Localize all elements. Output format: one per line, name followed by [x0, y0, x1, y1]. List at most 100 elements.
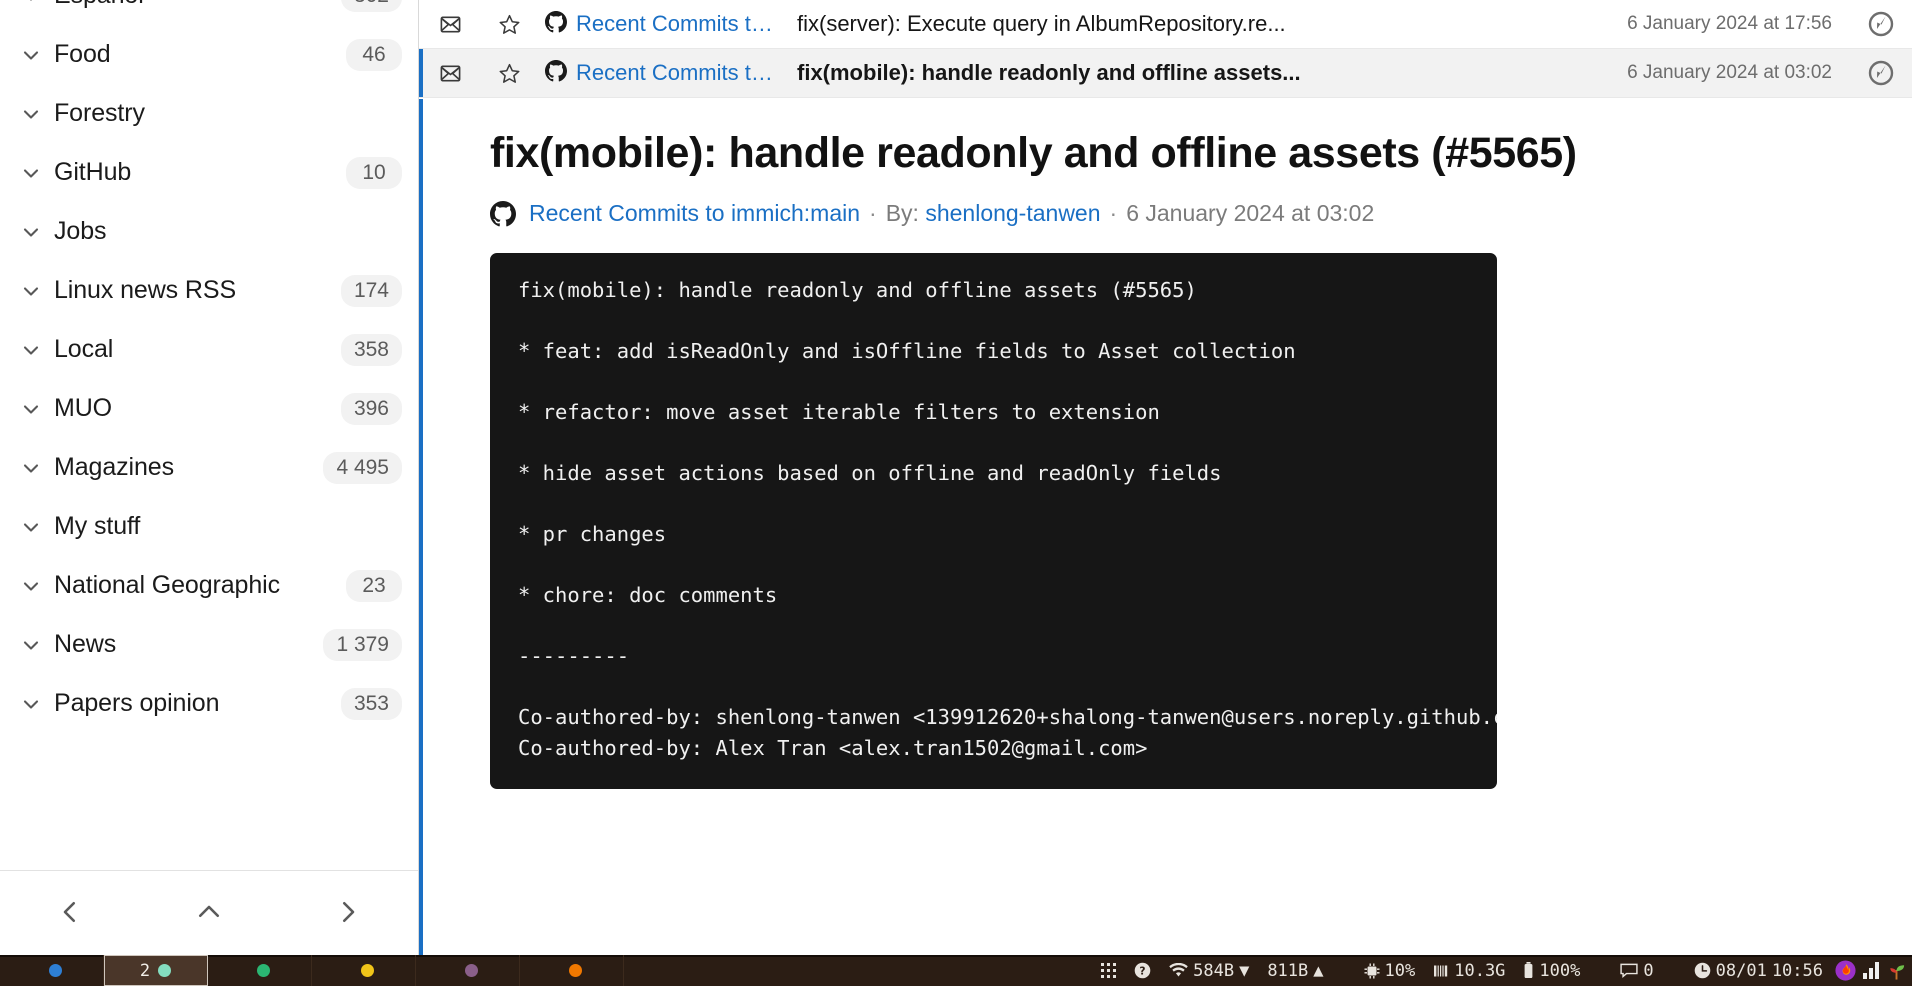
code-line: --------- [518, 644, 630, 669]
battery-icon [1523, 962, 1534, 979]
meta-separator-2: · [1109, 200, 1118, 227]
article-accent-bar [419, 99, 423, 955]
code-line: Co-authored-by: Alex Tran <alex.tran1502… [518, 735, 1148, 760]
chevron-down-icon[interactable] [18, 160, 44, 186]
chevron-down-icon[interactable] [18, 278, 44, 304]
sidebar-item-label: Food [54, 40, 111, 68]
clock[interactable]: 08/01 10:56 [1685, 961, 1832, 981]
unread-envelope-icon[interactable] [419, 62, 481, 85]
sidebar-item-my-stuff[interactable]: My stuff [0, 497, 418, 556]
battery-value: 100% [1539, 960, 1581, 981]
sidebar-item-count: 174 [340, 274, 402, 307]
grid-icon [1101, 963, 1117, 978]
article-author-link[interactable]: shenlong-tanwen [925, 200, 1100, 227]
help-button[interactable]: ? [1125, 962, 1160, 979]
app-grid-button[interactable] [1092, 963, 1125, 978]
up-button[interactable] [177, 886, 241, 940]
unread-envelope-icon[interactable] [419, 13, 481, 36]
chevron-down-icon[interactable] [18, 101, 44, 127]
previous-button[interactable] [38, 886, 102, 940]
workspace-button[interactable]: 2 [104, 955, 208, 986]
github-icon [545, 10, 567, 38]
sidebar-item-espa-ol[interactable]: Español 302 [0, 0, 418, 25]
battery-indicator[interactable]: 100% [1514, 961, 1589, 981]
sidebar-item-label: Español [54, 0, 329, 10]
workspace-dot-icon [257, 964, 270, 977]
open-external-icon[interactable] [1850, 11, 1912, 37]
message-subject[interactable]: fix(server): Execute query in AlbumRepos… [779, 11, 1614, 37]
workspace-dot-icon [158, 964, 172, 977]
sidebar-item-count: 4 495 [323, 451, 402, 484]
notifications-indicator[interactable]: 0 [1611, 961, 1662, 981]
chevron-down-icon[interactable] [18, 573, 44, 599]
sidebar-item-label: Jobs [54, 217, 107, 245]
chevron-down-icon[interactable] [18, 42, 44, 68]
sidebar-item-count: 396 [340, 392, 402, 425]
chevron-down-icon[interactable] [18, 514, 44, 540]
sidebar-item-label: Local [54, 335, 114, 363]
chevron-down-icon[interactable] [18, 396, 44, 422]
message-date: 6 January 2024 at 03:02 [1627, 62, 1832, 83]
selection-indicator [419, 49, 423, 97]
network-up-indicator[interactable]: 811B ▲ [1258, 961, 1332, 981]
open-external-icon[interactable] [1850, 60, 1912, 86]
sidebar-item-papers-opinion[interactable]: Papers opinion 353 [0, 674, 418, 733]
message-row[interactable]: Recent Commits to i... fix(mobile): handl… [419, 49, 1912, 98]
clock-time: 10:56 [1771, 960, 1823, 981]
sidebar-item-label: News [54, 630, 117, 658]
memory-indicator[interactable]: 10.3G [1424, 961, 1514, 981]
sidebar-item-jobs[interactable]: Jobs [0, 202, 418, 261]
sidebar-item-label: Forestry [54, 99, 145, 127]
sidebar-item-magazines[interactable]: Magazines 4 495 [0, 438, 418, 497]
network-indicator[interactable]: 584B ▼ [1160, 961, 1258, 981]
workspace-button[interactable] [416, 955, 520, 986]
star-icon[interactable] [481, 13, 537, 36]
sidebar-item-label: MUO [54, 394, 113, 422]
sidebar-item-local[interactable]: Local 358 [0, 320, 418, 379]
clock-date: 08/01 [1715, 960, 1767, 981]
sidebar-item-github[interactable]: GitHub 10 [0, 143, 418, 202]
code-line: * refactor: move asset iterable filters … [518, 400, 1160, 425]
star-icon[interactable] [481, 62, 537, 85]
workspace-button[interactable] [312, 955, 416, 986]
sidebar-item-forestry[interactable]: Forestry [0, 84, 418, 143]
message-feed-label[interactable]: Recent Commits to i... [576, 11, 779, 37]
chevron-down-icon[interactable] [18, 455, 44, 481]
message-row[interactable]: Recent Commits to i... fix(server): Execu… [419, 0, 1912, 49]
sidebar-item-national-geographic[interactable]: National Geographic 23 [0, 556, 418, 615]
sidebar-item-food[interactable]: Food 46 [0, 25, 418, 84]
message-feed-label[interactable]: Recent Commits to i... [576, 60, 779, 86]
cpu-indicator[interactable]: 10% [1355, 961, 1425, 981]
github-icon [490, 200, 516, 227]
chevron-down-icon[interactable] [18, 337, 44, 363]
sidebar-item-muo[interactable]: MUO 396 [0, 379, 418, 438]
taskbar: 2 ? 584B ▼ 811B ▲ 10% 10.3G 100% 0 08/01… [0, 955, 1912, 986]
sidebar-item-news[interactable]: News 1 379 [0, 615, 418, 674]
code-line: * pr changes [518, 522, 667, 547]
main-pane: Recent Commits to i... fix(server): Execu… [419, 0, 1912, 955]
signal-bars-icon[interactable] [1859, 961, 1885, 980]
article-date: 6 January 2024 at 03:02 [1126, 200, 1375, 227]
plant-seedling-icon[interactable] [1885, 961, 1910, 981]
workspace-button[interactable] [520, 955, 624, 986]
sidebar-item-label: Magazines [54, 453, 174, 481]
workspace-dot-icon [49, 964, 62, 977]
chevron-down-icon[interactable] [18, 632, 44, 658]
workspace-button[interactable] [208, 955, 312, 986]
sidebar-item-linux-news-rss[interactable]: Linux news RSS 174 [0, 261, 418, 320]
next-button[interactable] [316, 886, 380, 940]
chevron-down-icon[interactable] [18, 691, 44, 717]
chevron-down-icon[interactable] [18, 219, 44, 245]
article-feed-link[interactable]: Recent Commits to immich:main [529, 200, 860, 227]
chevron-down-icon[interactable] [18, 0, 44, 9]
chevron-left-icon [55, 897, 85, 930]
workspace-button[interactable] [0, 955, 104, 986]
message-subject[interactable]: fix(mobile): handle readonly and offline… [779, 60, 1614, 86]
firefox-tray-icon[interactable] [1832, 960, 1859, 981]
system-tray: ? 584B ▼ 811B ▲ 10% 10.3G 100% 0 08/01 1… [1092, 955, 1912, 986]
memory-icon [1433, 963, 1449, 979]
code-line: * hide asset actions based on offline an… [518, 461, 1222, 486]
